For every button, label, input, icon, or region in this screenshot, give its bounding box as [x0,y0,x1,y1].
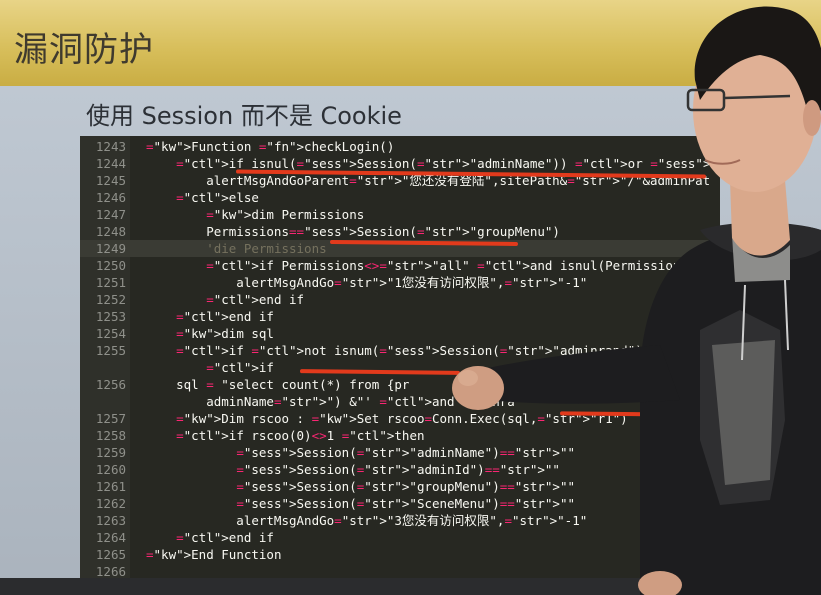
presenter-figure [452,6,821,595]
